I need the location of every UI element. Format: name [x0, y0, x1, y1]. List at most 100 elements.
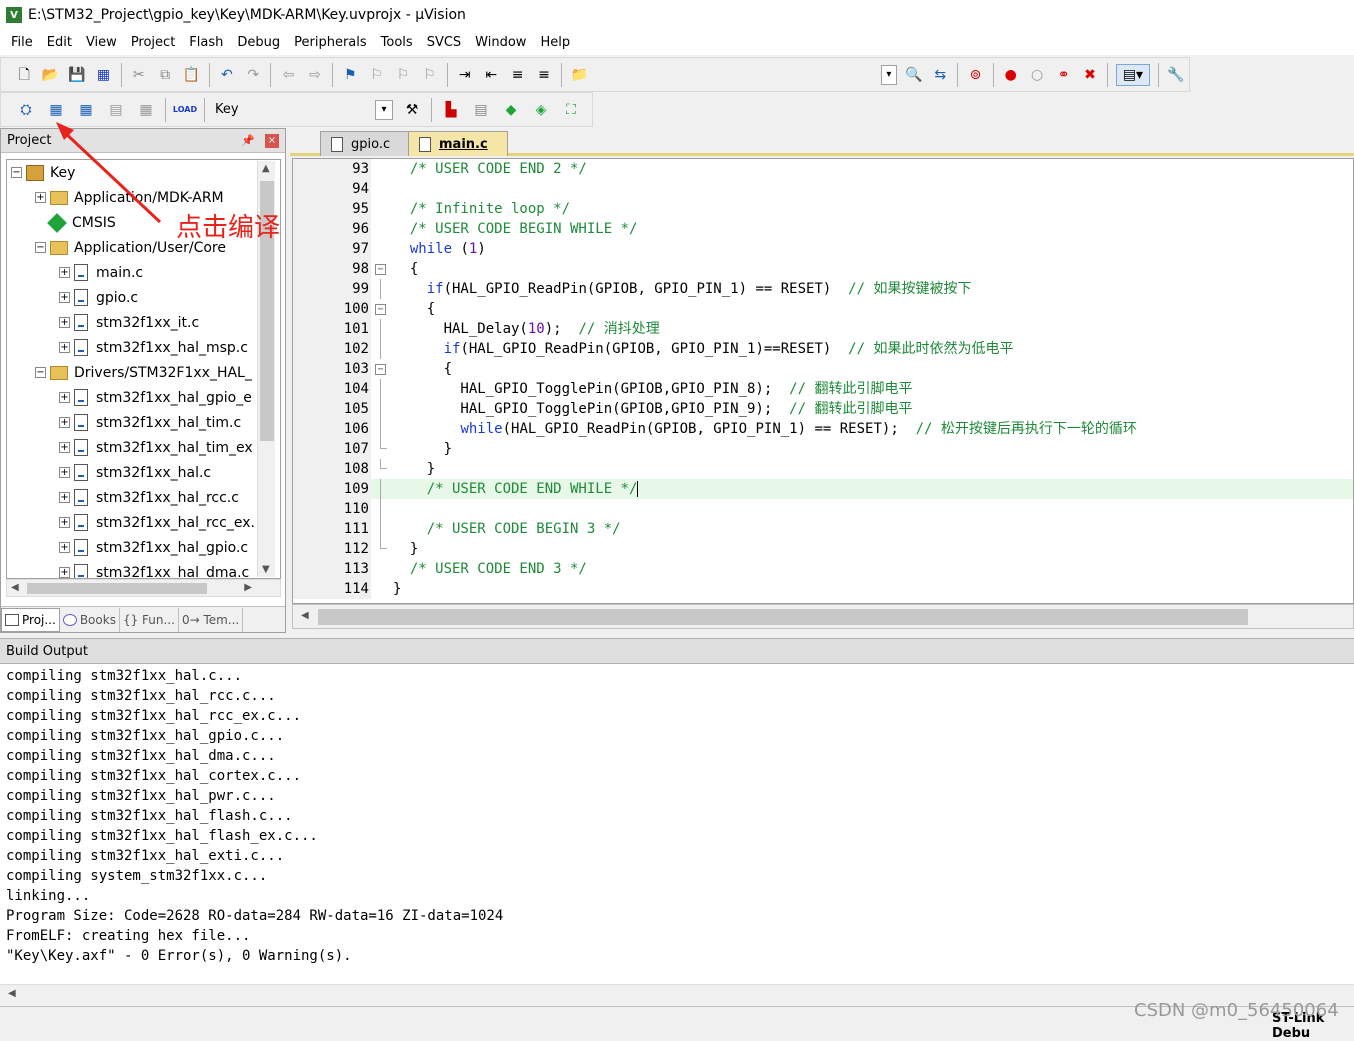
- code-line[interactable]: 102 if(HAL_GPIO_ReadPin(GPIOB, GPIO_PIN_…: [293, 339, 1353, 359]
- navigate-back-icon[interactable]: ⇦: [279, 64, 297, 86]
- tab-project[interactable]: Proj...: [1, 607, 60, 632]
- tab-templates[interactable]: 0→ Tem...: [179, 607, 244, 632]
- manage-project-items-icon[interactable]: ▙: [440, 99, 462, 121]
- code-line[interactable]: 107 }: [293, 439, 1353, 459]
- tree-item[interactable]: + stm32f1xx_hal_gpio_e: [59, 385, 252, 410]
- tree-item[interactable]: + main.c: [59, 260, 143, 285]
- pack-manager-icon[interactable]: ⛶: [560, 99, 582, 121]
- code-line[interactable]: 98− {: [293, 259, 1353, 279]
- pin-icon[interactable]: 📌: [241, 134, 255, 147]
- tree-item[interactable]: + gpio.c: [59, 285, 138, 310]
- tree-horizontal-scrollbar[interactable]: ◀ ▶: [6, 579, 281, 597]
- rebuild-icon[interactable]: ▦: [75, 99, 97, 121]
- tree-item[interactable]: + stm32f1xx_hal_gpio.c: [59, 535, 248, 560]
- code-line[interactable]: 114}: [293, 579, 1353, 599]
- menu-window[interactable]: Window: [468, 30, 533, 55]
- tree-expander-icon[interactable]: +: [59, 492, 70, 503]
- comment-icon[interactable]: ≡: [508, 64, 526, 86]
- menu-flash[interactable]: Flash: [182, 30, 230, 55]
- insert-bookmark-icon[interactable]: ⚑: [341, 64, 359, 86]
- menu-help[interactable]: Help: [533, 30, 577, 55]
- menu-view[interactable]: View: [79, 30, 124, 55]
- code-line[interactable]: 110: [293, 499, 1353, 519]
- tree-item[interactable]: + stm32f1xx_hal_dma.c: [59, 560, 249, 578]
- tree-item[interactable]: + stm32f1xx_hal.c: [59, 460, 211, 485]
- incremental-find-icon[interactable]: ⇆: [931, 64, 949, 86]
- build-icon[interactable]: ▦: [45, 99, 67, 121]
- tree-expander-icon[interactable]: +: [35, 192, 46, 203]
- indent-icon[interactable]: ⇥: [456, 64, 474, 86]
- tree-item[interactable]: − Key: [11, 160, 75, 185]
- next-bookmark-icon[interactable]: ⚐: [394, 64, 412, 86]
- tree-expander-icon[interactable]: +: [59, 542, 70, 553]
- fold-toggle-icon[interactable]: −: [375, 304, 386, 315]
- scroll-left-icon[interactable]: ◀: [301, 610, 309, 621]
- tree-expander-icon[interactable]: +: [59, 417, 70, 428]
- scroll-up-icon[interactable]: ▲: [262, 163, 270, 174]
- redo-icon[interactable]: ↷: [244, 64, 262, 86]
- menu-project[interactable]: Project: [124, 30, 182, 55]
- code-line[interactable]: 105 HAL_GPIO_TogglePin(GPIOB,GPIO_PIN_9)…: [293, 399, 1353, 419]
- tree-expander-icon[interactable]: +: [59, 342, 70, 353]
- target-select[interactable]: Key: [215, 99, 365, 121]
- code-line[interactable]: 109 /* USER CODE END WHILE */: [293, 479, 1353, 499]
- menu-svcs[interactable]: SVCS: [420, 30, 468, 55]
- tree-expander-icon[interactable]: +: [59, 267, 70, 278]
- batch-build-icon[interactable]: ▤: [105, 99, 127, 121]
- scroll-down-icon[interactable]: ▼: [262, 564, 270, 575]
- scroll-right-icon[interactable]: ▶: [244, 582, 252, 593]
- tree-item[interactable]: + stm32f1xx_hal_rcc.c: [59, 485, 239, 510]
- tree-item[interactable]: − Drivers/STM32F1xx_HAL_: [35, 360, 252, 385]
- code-line[interactable]: 97 while (1): [293, 239, 1353, 259]
- debug-session-icon[interactable]: ⊚: [966, 64, 984, 86]
- download-icon[interactable]: LOAD: [173, 99, 197, 121]
- code-line[interactable]: 108 }: [293, 459, 1353, 479]
- editor-tab-main[interactable]: main.c: [408, 131, 508, 156]
- kill-breakpoints-icon[interactable]: ✖: [1081, 64, 1099, 86]
- unindent-icon[interactable]: ⇤: [482, 64, 500, 86]
- scroll-thumb[interactable]: [27, 583, 207, 594]
- find-combo-dropdown[interactable]: ▾: [881, 64, 897, 85]
- enable-breakpoint-icon[interactable]: ○: [1028, 64, 1046, 86]
- uncomment-icon[interactable]: ≡: [535, 64, 553, 86]
- code-line[interactable]: 106 while(HAL_GPIO_ReadPin(GPIOB, GPIO_P…: [293, 419, 1353, 439]
- window-layout-icon[interactable]: ▤▾: [1116, 63, 1150, 86]
- menu-tools[interactable]: Tools: [374, 30, 420, 55]
- tree-expander-icon[interactable]: +: [59, 292, 70, 303]
- pack-installer-icon[interactable]: ◈: [530, 99, 552, 121]
- code-line[interactable]: 94: [293, 179, 1353, 199]
- tree-item[interactable]: +CMSIS: [35, 210, 116, 235]
- open-file-icon[interactable]: 📂: [41, 64, 59, 86]
- clear-bookmarks-icon[interactable]: ⚐: [420, 64, 438, 86]
- code-line[interactable]: 96 /* USER CODE BEGIN WHILE */: [293, 219, 1353, 239]
- tab-books[interactable]: Books: [60, 607, 120, 632]
- select-packs-icon[interactable]: ▤: [470, 99, 492, 121]
- code-line[interactable]: 93 /* USER CODE END 2 */: [293, 159, 1353, 179]
- tree-expander-icon[interactable]: +: [59, 442, 70, 453]
- fold-toggle-icon[interactable]: −: [375, 264, 386, 275]
- target-options-icon[interactable]: ⚒: [401, 99, 423, 121]
- previous-bookmark-icon[interactable]: ⚐: [367, 64, 385, 86]
- insert-breakpoint-icon[interactable]: ●: [1002, 64, 1020, 86]
- find-in-files-icon[interactable]: 📁: [570, 64, 588, 86]
- build-output-pane[interactable]: compiling stm32f1xx_hal.c... compiling st…: [0, 664, 1354, 984]
- copy-icon[interactable]: ⧉: [156, 64, 174, 86]
- cut-icon[interactable]: ✂: [130, 64, 148, 86]
- menu-peripherals[interactable]: Peripherals: [287, 30, 374, 55]
- disable-breakpoints-icon[interactable]: ⚭: [1054, 64, 1072, 86]
- code-line[interactable]: 104 HAL_GPIO_TogglePin(GPIOB,GPIO_PIN_8)…: [293, 379, 1353, 399]
- undo-icon[interactable]: ↶: [218, 64, 236, 86]
- code-line[interactable]: 99 if(HAL_GPIO_ReadPin(GPIOB, GPIO_PIN_1…: [293, 279, 1353, 299]
- tree-item[interactable]: + stm32f1xx_hal_tim.c: [59, 410, 241, 435]
- tree-item[interactable]: + stm32f1xx_it.c: [59, 310, 199, 335]
- stop-build-icon[interactable]: ▦: [135, 99, 157, 121]
- code-editor[interactable]: 93 /* USER CODE END 2 */94 95 /* Infinite…: [292, 158, 1354, 604]
- code-line[interactable]: 100− {: [293, 299, 1353, 319]
- paste-icon[interactable]: 📋: [182, 64, 200, 86]
- tree-item[interactable]: + stm32f1xx_hal_msp.c: [59, 335, 248, 360]
- code-line[interactable]: 112 }: [293, 539, 1353, 559]
- tree-expander-icon[interactable]: +: [59, 317, 70, 328]
- fold-toggle-icon[interactable]: −: [375, 364, 386, 375]
- tree-item[interactable]: + stm32f1xx_hal_rcc_ex.: [59, 510, 255, 535]
- navigate-forward-icon[interactable]: ⇨: [306, 64, 324, 86]
